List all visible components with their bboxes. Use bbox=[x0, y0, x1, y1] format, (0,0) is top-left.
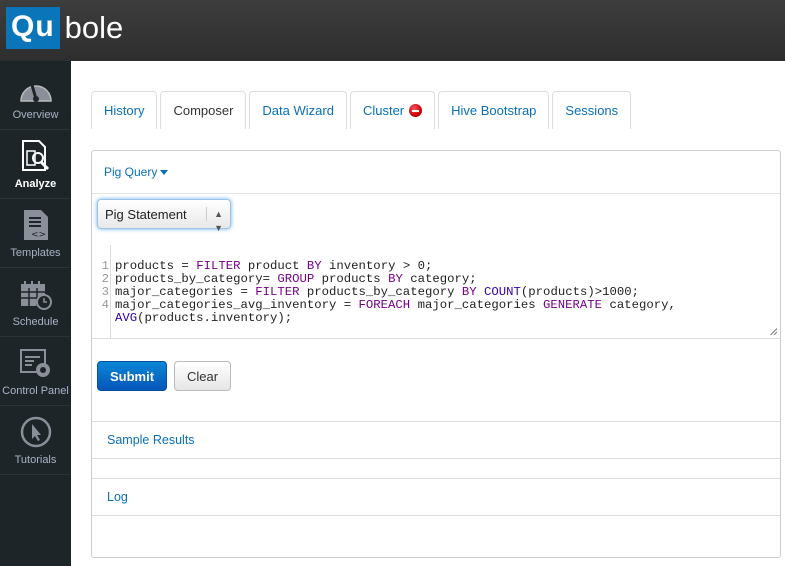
code-text: major_categories bbox=[410, 298, 544, 312]
sidebar-item-tutorials[interactable]: Tutorials bbox=[0, 406, 71, 475]
sidebar-item-analyze[interactable]: Analyze bbox=[0, 130, 71, 199]
code-keyword: GENERATE bbox=[543, 298, 603, 312]
sidebar-item-templates[interactable]: <> Templates bbox=[0, 199, 71, 268]
qubole-logo[interactable]: Qu bole bbox=[6, 7, 123, 49]
clear-button[interactable]: Clear bbox=[174, 361, 232, 391]
main-content: History Composer Data Wizard Cluster Hiv… bbox=[71, 61, 785, 566]
composer-panel: Pig Query Pig Statement ▲ ▼ 1 products = FI… bbox=[91, 150, 781, 558]
sidebar: Overview Analyze <> Templates Schedule C… bbox=[0, 61, 71, 566]
tab-hive-bootstrap[interactable]: Hive Bootstrap bbox=[438, 91, 550, 129]
statement-type-select[interactable]: Pig Statement ▲ ▼ bbox=[97, 199, 231, 233]
sidebar-item-overview[interactable]: Overview bbox=[0, 61, 71, 130]
resize-handle[interactable] bbox=[770, 328, 777, 335]
tab-sessions[interactable]: Sessions bbox=[552, 91, 632, 129]
code-text: (products.inventory); bbox=[137, 311, 293, 325]
tab-data-wizard[interactable]: Data Wizard bbox=[249, 91, 347, 129]
code-editor[interactable]: 1 products = FILTER product BY inventory … bbox=[92, 245, 780, 339]
query-type-dropdown[interactable]: Pig Query bbox=[92, 151, 780, 194]
code-keyword: AVG bbox=[115, 311, 138, 325]
submit-button[interactable]: Submit bbox=[97, 361, 168, 391]
code-line: AVG (products.inventory); bbox=[92, 312, 676, 325]
template-icon: <> bbox=[23, 210, 48, 240]
calendar-clock-icon bbox=[20, 281, 52, 310]
tab-history[interactable]: History bbox=[91, 91, 158, 129]
caret-down-icon bbox=[160, 170, 169, 176]
cursor-icon bbox=[20, 416, 51, 448]
sidebar-item-control-panel[interactable]: Control Panel bbox=[0, 337, 71, 406]
top-bar: Qu bole bbox=[0, 0, 785, 61]
line-number: 4 bbox=[101, 298, 109, 312]
code-content: 1 products = FILTER product BY inventory … bbox=[92, 260, 676, 325]
tab-composer[interactable]: Composer bbox=[160, 91, 247, 129]
svg-text:<>: <> bbox=[31, 230, 46, 240]
code-keyword: FOREACH bbox=[358, 298, 411, 312]
gauge-icon bbox=[19, 84, 52, 102]
tab-cluster[interactable]: Cluster bbox=[349, 91, 436, 129]
sidebar-item-schedule[interactable]: Schedule bbox=[0, 268, 71, 337]
log-section[interactable]: Log bbox=[92, 478, 780, 516]
cluster-status-icon bbox=[409, 104, 423, 117]
code-text: category, bbox=[602, 298, 676, 312]
sample-results-section[interactable]: Sample Results bbox=[92, 421, 780, 459]
control-panel-icon bbox=[19, 349, 50, 377]
analyze-icon bbox=[21, 140, 49, 171]
select-arrows-icon: ▲ ▼ bbox=[206, 207, 223, 233]
line-number bbox=[92, 312, 115, 325]
tab-bar: History Composer Data Wizard Cluster Hiv… bbox=[91, 91, 632, 129]
